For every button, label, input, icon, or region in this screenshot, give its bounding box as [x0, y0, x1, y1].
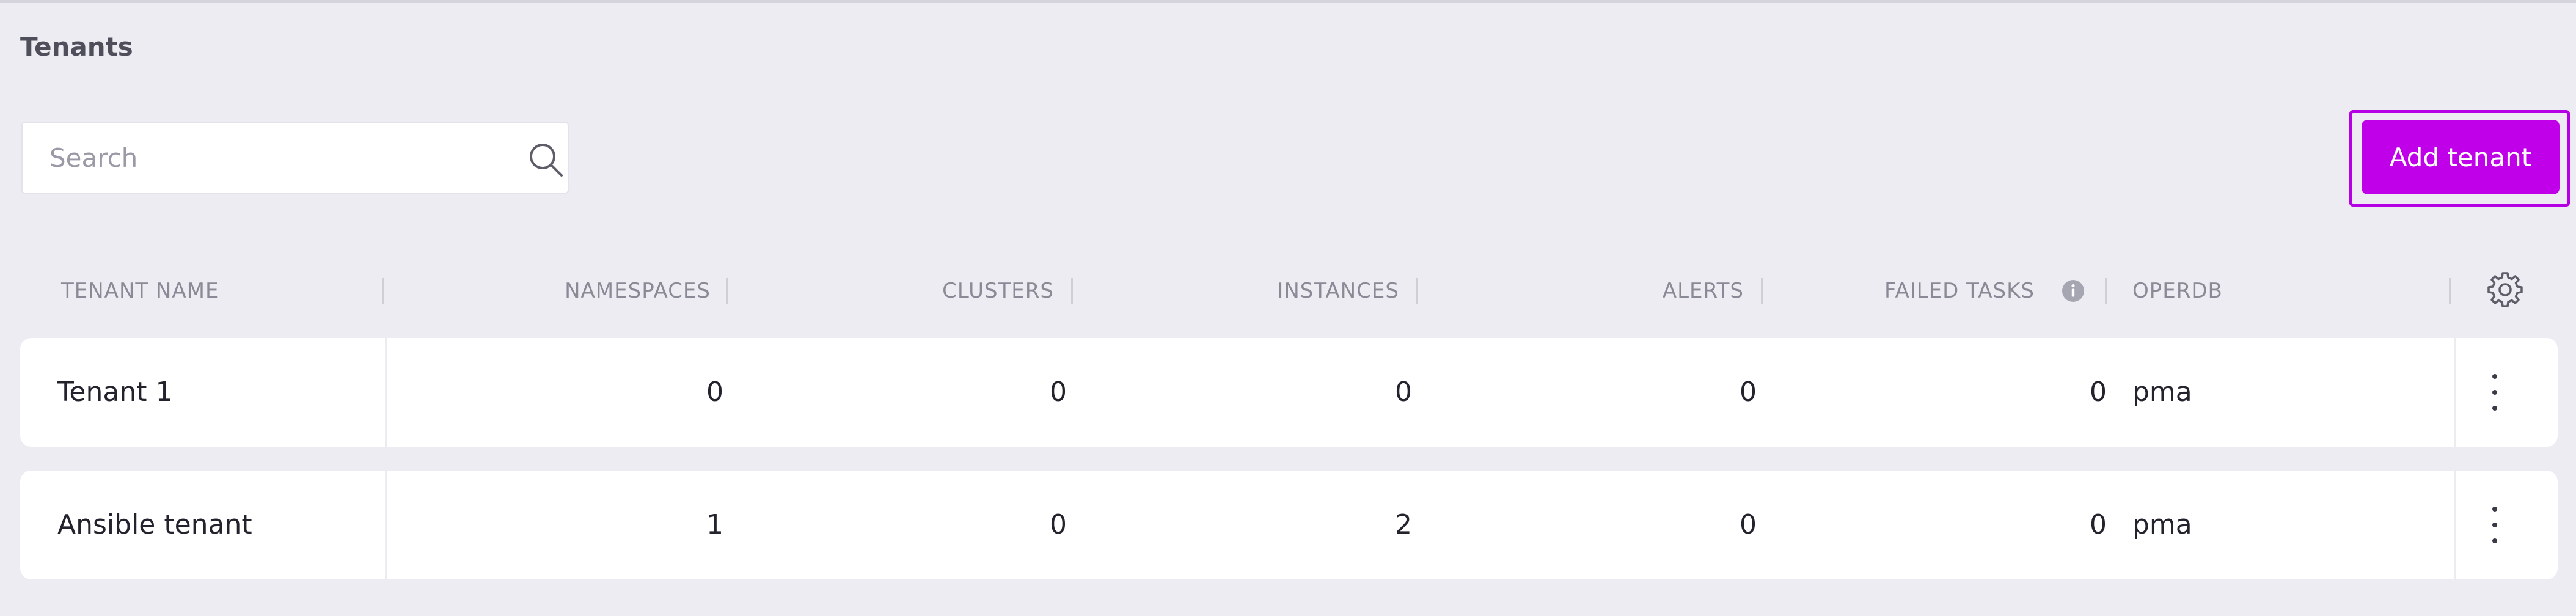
top-divider	[0, 0, 2576, 3]
table-row[interactable]: Ansible tenant 1 0 2 0 0 pma	[20, 471, 2558, 579]
tenant-name-cell[interactable]: Ansible tenant	[57, 471, 252, 579]
search-box[interactable]	[21, 122, 569, 194]
column-header-clusters[interactable]: CLUSTERS	[942, 273, 1054, 309]
kebab-menu-icon[interactable]	[2489, 507, 2501, 543]
search-input[interactable]	[23, 123, 487, 193]
column-resize-handle[interactable]	[1071, 278, 1073, 304]
kebab-menu-icon[interactable]	[2489, 374, 2501, 411]
operdb-cell: pma	[2132, 376, 2192, 408]
column-resize-handle[interactable]	[726, 278, 728, 304]
instances-cell: 2	[1395, 509, 1412, 540]
alerts-cell: 0	[1740, 376, 1757, 408]
cell-divider	[385, 338, 387, 447]
column-header-operdb[interactable]: OPERDB	[2132, 273, 2223, 309]
table-row[interactable]: Tenant 1 0 0 0 0 0 pma	[20, 338, 2558, 447]
cell-divider	[2454, 338, 2456, 447]
failed-tasks-cell: 0	[2090, 509, 2107, 540]
namespaces-cell: 0	[706, 376, 723, 408]
alerts-cell: 0	[1740, 509, 1757, 540]
instances-cell: 0	[1395, 376, 1412, 408]
column-resize-handle[interactable]	[2449, 278, 2451, 304]
column-header-instances[interactable]: INSTANCES	[1277, 273, 1399, 309]
column-resize-handle[interactable]	[1416, 278, 1418, 304]
search-icon[interactable]	[527, 141, 565, 178]
column-header-failed-tasks[interactable]: FAILED TASKS	[1884, 273, 2035, 309]
tenants-page: Tenants Add tenant TENANT NAME NAMESPACE…	[0, 0, 2576, 616]
page-title: Tenants	[20, 32, 133, 62]
failed-tasks-cell: 0	[2090, 376, 2107, 408]
operdb-cell: pma	[2132, 509, 2192, 540]
tenant-name-cell[interactable]: Tenant 1	[57, 338, 172, 447]
cell-divider	[385, 471, 387, 579]
gear-icon[interactable]	[2486, 270, 2525, 309]
info-icon[interactable]	[2061, 279, 2085, 303]
cell-divider	[2454, 471, 2456, 579]
column-resize-handle[interactable]	[382, 278, 384, 304]
clusters-cell: 0	[1050, 376, 1067, 408]
namespaces-cell: 1	[706, 509, 723, 540]
column-header-tenant-name[interactable]: TENANT NAME	[61, 273, 219, 309]
column-resize-handle[interactable]	[1761, 278, 1763, 304]
column-header-alerts[interactable]: ALERTS	[1663, 273, 1744, 309]
column-resize-handle[interactable]	[2105, 278, 2107, 304]
column-header-namespaces[interactable]: NAMESPACES	[565, 273, 711, 309]
clusters-cell: 0	[1050, 509, 1067, 540]
add-tenant-button[interactable]: Add tenant	[2362, 120, 2560, 194]
